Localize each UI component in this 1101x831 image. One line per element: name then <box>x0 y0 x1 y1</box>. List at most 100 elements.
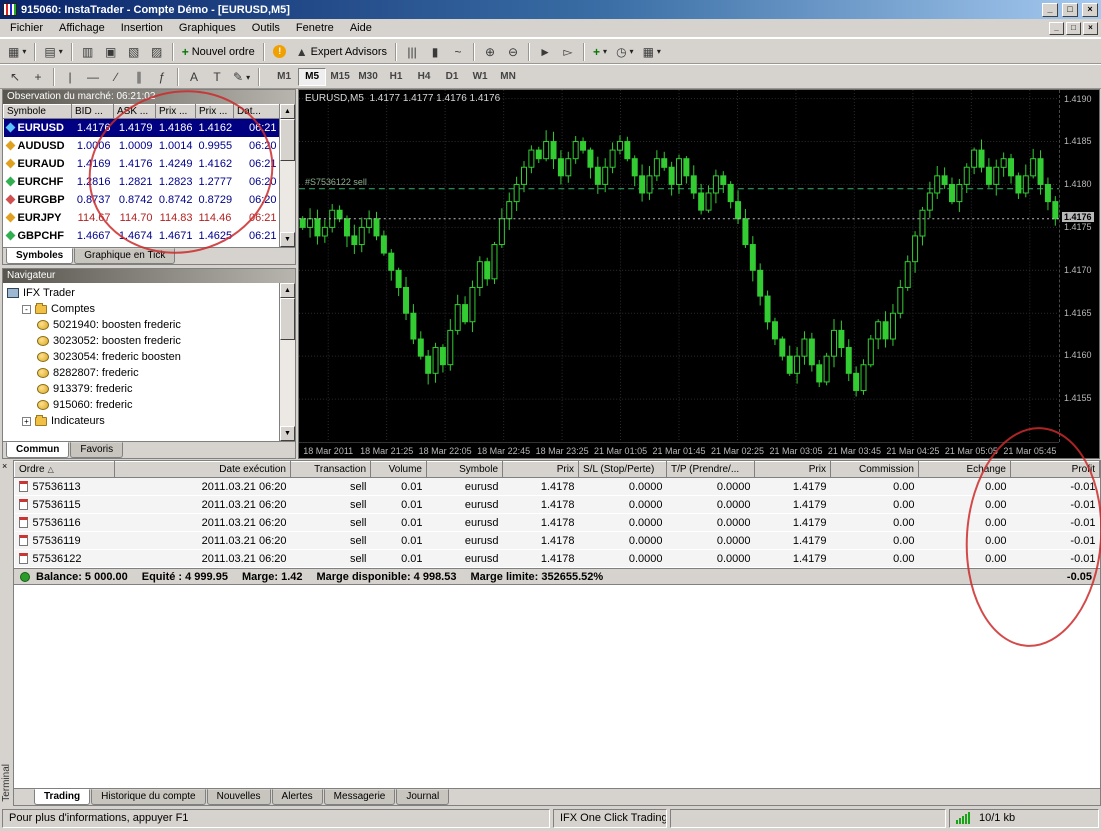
market-watch-row-audusd[interactable]: AUDUSD1.00061.00091.00140.995506:20 <box>4 137 280 155</box>
restore-button[interactable]: □ <box>1062 3 1078 17</box>
order-row-57536122[interactable]: 575361222011.03.21 06:20sell0.01eurusd1.… <box>15 550 1100 568</box>
order-row-57536116[interactable]: 575361162011.03.21 06:20sell0.01eurusd1.… <box>15 514 1100 532</box>
terminal-tab-historique-du-compte[interactable]: Historique du compte <box>91 789 206 805</box>
order-row-57536113[interactable]: 575361132011.03.21 06:20sell0.01eurusd1.… <box>15 478 1100 496</box>
zoom-in-button[interactable]: ⊕ <box>479 42 501 62</box>
menu-fenetre[interactable]: Fenetre <box>288 20 342 36</box>
tree-item-8282807-frederic[interactable]: 8282807: frederic <box>3 365 295 381</box>
periods-button[interactable]: ◷▾ <box>612 42 638 62</box>
tree-item-3023054-frederic-boosten[interactable]: 3023054: frederic boosten <box>3 349 295 365</box>
orders-column-3[interactable]: Volume <box>371 462 427 478</box>
shapes-tool[interactable]: ✎▾ <box>229 67 254 87</box>
orders-column-9[interactable]: Commission <box>831 462 919 478</box>
mdi-minimize-button[interactable]: _ <box>1049 22 1064 35</box>
scroll-thumb[interactable] <box>280 298 295 340</box>
market-watch-column-2[interactable]: ASK ... <box>114 105 156 119</box>
market-watch-column-4[interactable]: Prix ... <box>196 105 234 119</box>
timeframe-h4[interactable]: H4 <box>410 68 438 86</box>
orders-column-2[interactable]: Transaction <box>291 462 371 478</box>
market-watch-row-eurchf[interactable]: EURCHF1.28161.28211.28231.277706:20 <box>4 173 280 191</box>
scroll-thumb[interactable] <box>280 119 295 161</box>
scroll-track[interactable] <box>280 298 295 426</box>
timeframe-h1[interactable]: H1 <box>382 68 410 86</box>
timeframe-m1[interactable]: M1 <box>270 68 298 86</box>
label-tool[interactable]: T <box>206 67 228 87</box>
terminal-tab-journal[interactable]: Journal <box>396 789 449 805</box>
market-watch-tab-graphique-en-tick[interactable]: Graphique en Tick <box>74 248 175 264</box>
market-watch-column-5[interactable]: Dat... <box>234 105 280 119</box>
market-watch-row-eurjpy[interactable]: EURJPY114.67114.70114.83114.4606:21 <box>4 209 280 227</box>
menu-affichage[interactable]: Affichage <box>51 20 113 36</box>
market-watch-row-gbpchf[interactable]: GBPCHF1.46671.46741.46711.462506:21 <box>4 227 280 245</box>
info-button[interactable]: ! <box>269 42 291 62</box>
bar-chart-button[interactable]: ||| <box>401 42 423 62</box>
menu-fichier[interactable]: Fichier <box>2 20 51 36</box>
navigator-toggle[interactable]: ▧ <box>123 42 145 62</box>
mdi-close-button[interactable]: × <box>1083 22 1098 35</box>
fibonacci-tool[interactable]: ƒ <box>151 67 173 87</box>
cursor-tool[interactable]: ↖ <box>4 67 26 87</box>
scroll-down-button[interactable]: ▼ <box>280 232 295 247</box>
tree-item-5021940-boosten-frederic[interactable]: 5021940: boosten frederic <box>3 317 295 333</box>
order-row-57536119[interactable]: 575361192011.03.21 06:20sell0.01eurusd1.… <box>15 532 1100 550</box>
market-watch-column-3[interactable]: Prix ... <box>156 105 196 119</box>
vertical-line-tool[interactable]: | <box>59 67 81 87</box>
crosshair-tool[interactable]: + <box>27 67 49 87</box>
market-watch-row-eurgbp[interactable]: EURGBP0.87370.87420.87420.872906:20 <box>4 191 280 209</box>
tree-item-comptes[interactable]: -Comptes <box>3 301 295 317</box>
timeframe-mn[interactable]: MN <box>494 68 522 86</box>
chart-canvas[interactable]: #S7536122 sell <box>299 90 1059 442</box>
close-button[interactable]: × <box>1082 3 1098 17</box>
scroll-up-button[interactable]: ▲ <box>280 283 295 298</box>
horizontal-line-tool[interactable]: — <box>82 67 104 87</box>
terminal-tab-alertes[interactable]: Alertes <box>272 789 323 805</box>
tree-item-indicateurs[interactable]: +Indicateurs <box>3 413 295 429</box>
orders-column-6[interactable]: S/L (Stop/Perte) <box>579 462 667 478</box>
menu-insertion[interactable]: Insertion <box>113 20 171 36</box>
expand-icon[interactable]: + <box>22 417 31 426</box>
data-window-toggle[interactable]: ▣ <box>100 42 122 62</box>
market-watch-column-0[interactable]: Symbole <box>4 105 72 119</box>
candlestick-chart-button[interactable]: ▮ <box>424 42 446 62</box>
orders-column-5[interactable]: Prix <box>503 462 579 478</box>
profiles-button[interactable]: ▤▾ <box>40 42 66 62</box>
templates-button[interactable]: ▦▾ <box>639 42 665 62</box>
collapse-icon[interactable]: - <box>22 305 31 314</box>
menu-outils[interactable]: Outils <box>244 20 288 36</box>
line-chart-button[interactable]: ~ <box>447 42 469 62</box>
timeframe-w1[interactable]: W1 <box>466 68 494 86</box>
indicators-button[interactable]: +▾ <box>589 42 611 62</box>
market-watch-scrollbar[interactable]: ▲ ▼ <box>279 104 295 247</box>
terminal-tab-messagerie[interactable]: Messagerie <box>324 789 396 805</box>
tree-item-915060-frederic[interactable]: 915060: frederic <box>3 397 295 413</box>
minimize-button[interactable]: _ <box>1042 3 1058 17</box>
scroll-down-button[interactable]: ▼ <box>280 426 295 441</box>
navigator-tab-commun[interactable]: Commun <box>6 442 69 458</box>
tree-item-913379-frederic[interactable]: 913379: frederic <box>3 381 295 397</box>
mdi-restore-button[interactable]: □ <box>1066 22 1081 35</box>
orders-column-11[interactable]: Profit <box>1011 462 1100 478</box>
tree-item-ifx-trader[interactable]: IFX Trader <box>3 285 295 301</box>
terminal-tab-trading[interactable]: Trading <box>34 789 90 805</box>
orders-column-10[interactable]: Echange <box>919 462 1011 478</box>
terminal-tab-nouvelles[interactable]: Nouvelles <box>207 789 271 805</box>
scroll-track[interactable] <box>280 119 295 232</box>
new-chart-button[interactable]: ▦▾ <box>4 42 30 62</box>
orders-column-1[interactable]: Date exécution <box>115 462 291 478</box>
orders-column-8[interactable]: Prix <box>755 462 831 478</box>
time-axis[interactable]: 18 Mar 201118 Mar 21:2518 Mar 22:0518 Ma… <box>299 442 1059 458</box>
timeframe-m15[interactable]: M15 <box>326 68 354 86</box>
market-watch-row-euraud[interactable]: EURAUD1.41691.41761.42491.416206:21 <box>4 155 280 173</box>
menu-aide[interactable]: Aide <box>342 20 380 36</box>
timeframe-d1[interactable]: D1 <box>438 68 466 86</box>
orders-column-0[interactable]: Ordre△ <box>15 462 115 478</box>
orders-column-7[interactable]: T/P (Prendre/... <box>667 462 755 478</box>
auto-scroll-button[interactable]: ► <box>534 42 556 62</box>
scroll-up-button[interactable]: ▲ <box>280 104 295 119</box>
menu-graphiques[interactable]: Graphiques <box>171 20 244 36</box>
timeframe-m5[interactable]: M5 <box>298 68 326 86</box>
channel-tool[interactable]: ∥ <box>128 67 150 87</box>
market-watch-column-1[interactable]: BID ... <box>72 105 114 119</box>
market-watch-row-eurusd[interactable]: EURUSD1.41761.41791.41861.416206:21 <box>4 119 280 137</box>
expert-advisors-button[interactable]: ▲Expert Advisors <box>292 42 391 62</box>
